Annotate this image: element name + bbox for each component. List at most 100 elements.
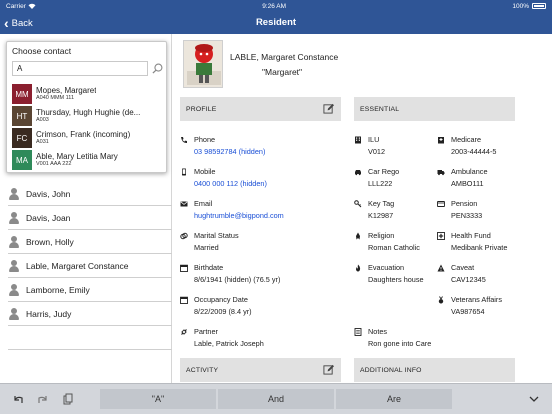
car-rego-label: Car Rego — [368, 167, 400, 176]
evacuation-field: Evacuation Daughters house — [354, 263, 424, 284]
paste-icon[interactable] — [62, 393, 74, 405]
contact-item[interactable]: HT Thursday, Hugh Hughie (de... A003 — [12, 105, 164, 127]
undo-icon[interactable] — [12, 393, 24, 405]
calendar-icon — [180, 296, 188, 304]
partner-field: Partner Lable, Patrick Joseph — [180, 327, 264, 348]
phone-field: Phone 03 98592784 (hidden) — [180, 135, 265, 156]
contact-item[interactable]: MM Mopes, Margaret A040 MMM 111 — [12, 83, 164, 105]
contact-avatar: MA — [12, 150, 32, 170]
person-icon — [8, 259, 20, 272]
pension-field: Pension PEN3333 — [437, 199, 482, 220]
card-icon — [437, 201, 445, 207]
phone-icon — [181, 137, 187, 144]
medicare-field: Medicare 2003-44444-5 — [437, 135, 496, 156]
person-icon — [8, 283, 20, 296]
notes-value: Ron gone into Care — [368, 339, 432, 348]
praying-hands-icon — [356, 232, 360, 240]
edit-icon[interactable] — [323, 364, 334, 375]
redo-icon[interactable] — [37, 393, 49, 405]
mobile-value[interactable]: 0400 000 112 (hidden) — [194, 179, 267, 188]
resident-photo[interactable] — [183, 40, 223, 88]
contact-search-input[interactable] — [12, 61, 148, 76]
profile-section-header: PROFILE — [180, 97, 341, 121]
key-icon — [354, 200, 362, 208]
medical-building-icon — [438, 137, 444, 144]
status-bar: Carrier 9:26 AM 100% — [0, 0, 552, 12]
partner-value[interactable]: Lable, Patrick Joseph — [194, 339, 264, 348]
contact-code: A040 MMM 111 — [36, 95, 75, 101]
caveat-field: Caveat CAV12345 — [437, 263, 486, 284]
ambulance-value: AMBO111 — [451, 179, 484, 188]
resident-list-item[interactable]: Brown, Holly — [8, 230, 172, 254]
email-value[interactable]: hughtrumble@bigpond.com — [194, 211, 284, 220]
person-icon — [8, 211, 20, 224]
email-label: Email — [194, 199, 213, 208]
health-fund-value: Medibank Private — [451, 243, 508, 252]
resident-list-item[interactable]: Lable, Margaret Constance — [8, 254, 172, 278]
section-title: PROFILE — [186, 105, 217, 113]
resident-list-item[interactable]: Davis, Joan — [8, 206, 172, 230]
religion-label: Religion — [368, 231, 395, 240]
status-time: 9:26 AM — [262, 2, 287, 10]
medal-icon — [438, 296, 444, 304]
edit-icon[interactable] — [323, 103, 334, 114]
religion-value: Roman Catholic — [368, 243, 420, 252]
medical-cross-icon — [437, 232, 445, 240]
resident-list-item[interactable]: Davis, John — [8, 182, 172, 206]
person-icon — [8, 307, 20, 320]
veterans-affairs-label: Veterans Affairs — [451, 295, 502, 304]
ambulance-icon — [437, 170, 445, 176]
car-rego-value: LLL222 — [368, 179, 393, 188]
person-icon — [8, 187, 20, 200]
section-title: ADDITIONAL INFO — [360, 366, 422, 374]
keyboard-suggestion-bar: "A" And Are — [0, 383, 552, 414]
key-tag-field: Key Tag K12987 — [354, 199, 394, 220]
search-icon[interactable] — [152, 63, 163, 74]
partner-label: Partner — [194, 327, 218, 336]
birthdate-label: Birthdate — [194, 263, 224, 272]
resident-list-item-label: Davis, John — [26, 188, 71, 199]
contact-name: Able, Mary Letitia Mary — [36, 152, 118, 161]
suggestion-are[interactable]: Are — [336, 389, 452, 409]
occupancy-date-value: 8/22/2009 (8.4 yr) — [194, 307, 252, 316]
pension-label: Pension — [451, 199, 478, 208]
resident-list-item-label: Lamborne, Emily — [26, 284, 90, 295]
mobile-phone-icon — [182, 168, 186, 176]
phone-value[interactable]: 03 98592784 (hidden) — [194, 147, 265, 156]
birthdate-value: 8/6/1941 (hidden) (76.5 yr) — [194, 275, 281, 284]
contact-item[interactable]: MA Able, Mary Letitia Mary V001 AAA 222 — [12, 149, 164, 171]
person-icon — [8, 235, 20, 248]
contact-name: Crimson, Frank (incoming) — [36, 130, 131, 139]
rings-icon — [180, 232, 188, 240]
wifi-icon — [28, 3, 36, 9]
suggestion-and[interactable]: And — [218, 389, 334, 409]
key-tag-label: Key Tag — [368, 199, 395, 208]
ambulance-label: Ambulance — [451, 167, 488, 176]
veterans-affairs-field: Veterans Affairs VA987654 — [437, 295, 502, 316]
resident-list-item[interactable]: Lamborne, Emily — [8, 278, 172, 302]
caveat-value: CAV12345 — [451, 275, 486, 284]
occupancy-date-field: Occupancy Date 8/22/2009 (8.4 yr) — [180, 295, 252, 316]
choose-contact-popup: Choose contact MM Mopes, Margaret A040 M… — [6, 41, 167, 173]
contact-code: A031 — [36, 139, 49, 145]
fire-icon — [355, 264, 361, 272]
resident-name: LABLE, Margaret Constance — [230, 52, 339, 62]
contact-item[interactable]: FC Crimson, Frank (incoming) A031 — [12, 127, 164, 149]
contact-code: V001 AAA 222 — [36, 161, 72, 167]
mobile-field: Mobile 0400 000 112 (hidden) — [180, 167, 267, 188]
resident-list-item[interactable]: Harris, Judy — [8, 302, 172, 326]
health-fund-label: Health Fund — [451, 231, 491, 240]
activity-section-header: ACTIVITY — [180, 358, 341, 382]
chevron-down-icon[interactable] — [528, 393, 540, 405]
section-title: ESSENTIAL — [360, 105, 400, 113]
notes-label: Notes — [368, 327, 388, 336]
carrier-label: Carrier — [6, 2, 26, 10]
notes-icon — [354, 328, 362, 336]
suggestion-literal[interactable]: "A" — [100, 389, 216, 409]
ilu-label: ILU — [368, 135, 380, 144]
marital-status-label: Marital Status — [194, 231, 239, 240]
ilu-value: V012 — [368, 147, 386, 156]
contact-avatar: FC — [12, 128, 32, 148]
medicare-value: 2003-44444-5 — [451, 147, 497, 156]
caveat-label: Caveat — [451, 263, 475, 272]
